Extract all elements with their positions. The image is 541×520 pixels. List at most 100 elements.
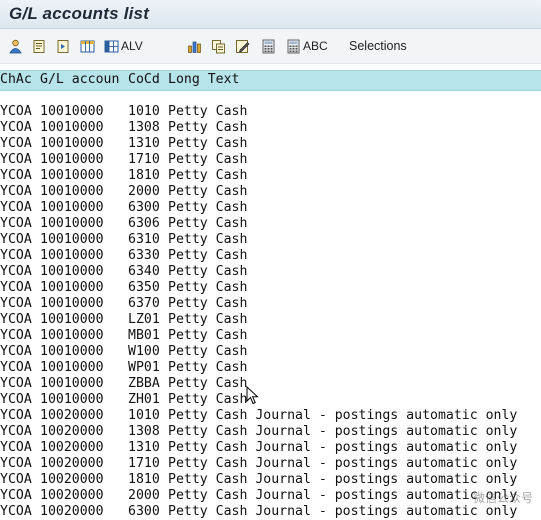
cell-gl-account: 10010000	[40, 392, 104, 407]
cell-company-code: 2000	[128, 184, 160, 199]
chart-icon	[187, 39, 202, 54]
cell-long-text: Petty Cash	[168, 120, 248, 135]
cell-chart-of-accounts: YCOA	[0, 472, 32, 487]
cell-gl-account: 10010000	[40, 360, 104, 375]
alv-button[interactable]: ALV	[104, 35, 143, 57]
list-row[interactable]: YCOA 10010000 6330 Petty Cash	[0, 248, 541, 264]
cell-long-text: Petty Cash	[168, 136, 248, 151]
list-row[interactable]: YCOA 10010000 2000 Petty Cash	[0, 184, 541, 200]
list-row[interactable]: YCOA 10010000 ZH01 Petty Cash	[0, 392, 541, 408]
cell-company-code: 1710	[128, 152, 160, 167]
cell-chart-of-accounts: YCOA	[0, 248, 32, 263]
list-row[interactable]: YCOA 10010000 1310 Petty Cash	[0, 136, 541, 152]
cell-long-text: Petty Cash	[168, 104, 248, 119]
copy-icon	[211, 39, 226, 54]
cell-chart-of-accounts: YCOA	[0, 440, 32, 455]
cell-gl-account: 10010000	[40, 232, 104, 247]
cell-long-text: Petty Cash	[168, 248, 248, 263]
cell-chart-of-accounts: YCOA	[0, 360, 32, 375]
list-row[interactable]: YCOA 10010000 6310 Petty Cash	[0, 232, 541, 248]
grid-columns-icon	[104, 39, 119, 54]
cell-gl-account: 10010000	[40, 280, 104, 295]
cell-company-code: 1310	[128, 136, 160, 151]
cell-gl-account: 10010000	[40, 136, 104, 151]
list-row[interactable]: YCOA 10020000 1710 Petty Cash Journal - pos…	[0, 456, 541, 472]
cell-chart-of-accounts: YCOA	[0, 504, 32, 519]
cell-chart-of-accounts: YCOA	[0, 152, 32, 167]
cell-chart-of-accounts: YCOA	[0, 376, 32, 391]
column-header-long-text[interactable]: Long Text	[168, 72, 239, 88]
cell-gl-account: 10020000	[40, 504, 104, 519]
cell-gl-account: 10020000	[40, 440, 104, 455]
grid-button[interactable]	[80, 35, 95, 57]
list-row[interactable]: YCOA 10010000 W100 Petty Cash	[0, 344, 541, 360]
document-next-icon	[56, 39, 71, 54]
list-row[interactable]: YCOA 10010000 LZ01 Petty Cash	[0, 312, 541, 328]
list-row[interactable]: YCOA 10020000 2000 Petty Cash Journal - pos…	[0, 488, 541, 504]
cell-long-text: Petty Cash	[168, 312, 248, 327]
calculator-icon	[261, 39, 276, 54]
list-row[interactable]: YCOA 10020000 1308 Petty Cash Journal - pos…	[0, 424, 541, 440]
cell-company-code: 6310	[128, 232, 160, 247]
cell-chart-of-accounts: YCOA	[0, 168, 32, 183]
cell-chart-of-accounts: YCOA	[0, 232, 32, 247]
cell-long-text: Petty Cash	[168, 376, 248, 391]
selections-label: Selections	[349, 39, 407, 53]
document-next-button[interactable]	[56, 35, 71, 57]
list-row[interactable]: YCOA 10010000 1810 Petty Cash	[0, 168, 541, 184]
cell-long-text: Petty Cash	[168, 264, 248, 279]
cell-chart-of-accounts: YCOA	[0, 216, 32, 231]
cell-gl-account: 10020000	[40, 456, 104, 471]
column-header-cocd[interactable]: CoCd	[128, 72, 160, 88]
cell-company-code: MB01	[128, 328, 160, 343]
list-row[interactable]: YCOA 10010000 6340 Petty Cash	[0, 264, 541, 280]
calculator-button[interactable]	[261, 35, 276, 57]
cell-gl-account: 10020000	[40, 424, 104, 439]
cell-long-text: Petty Cash Journal - postings automatic …	[168, 472, 518, 487]
cell-long-text: Petty Cash Journal - postings automatic …	[168, 456, 518, 471]
document-button[interactable]	[32, 35, 47, 57]
list-row[interactable]: YCOA 10020000 1310 Petty Cash Journal - pos…	[0, 440, 541, 456]
list-row[interactable]: YCOA 10010000 MB01 Petty Cash	[0, 328, 541, 344]
list-row[interactable]: YCOA 10010000 6300 Petty Cash	[0, 200, 541, 216]
column-header-chac[interactable]: ChAc	[0, 72, 32, 88]
list-row[interactable]: YCOA 10010000 6350 Petty Cash	[0, 280, 541, 296]
cell-long-text: Petty Cash	[168, 184, 248, 199]
list-row[interactable]: YCOA 10010000 1710 Petty Cash	[0, 152, 541, 168]
list-row[interactable]: YCOA 10010000 6370 Petty Cash	[0, 296, 541, 312]
mouse-pointer-icon	[246, 386, 259, 405]
cell-company-code: 1810	[128, 168, 160, 183]
cell-chart-of-accounts: YCOA	[0, 328, 32, 343]
edit-button[interactable]	[235, 35, 250, 57]
list-row[interactable]: YCOA 10010000 ZBBA Petty Cash	[0, 376, 541, 392]
cell-chart-of-accounts: YCOA	[0, 424, 32, 439]
list-row[interactable]: YCOA 10010000 1010 Petty Cash	[0, 104, 541, 120]
cell-chart-of-accounts: YCOA	[0, 120, 32, 135]
cell-company-code: 1810	[128, 472, 160, 487]
selections-button[interactable]: Selections	[349, 35, 407, 57]
cell-gl-account: 10010000	[40, 312, 104, 327]
cell-chart-of-accounts: YCOA	[0, 136, 32, 151]
list-row[interactable]: YCOA 10010000 1308 Petty Cash	[0, 120, 541, 136]
list-row[interactable]: YCOA 10020000 6300 Petty Cash Journal - pos…	[0, 504, 541, 520]
watermark-text: 微信公众号	[472, 491, 533, 505]
cell-chart-of-accounts: YCOA	[0, 344, 32, 359]
list-row[interactable]: YCOA 10020000 1810 Petty Cash Journal - pos…	[0, 472, 541, 488]
cell-gl-account: 10010000	[40, 200, 104, 215]
cell-company-code: 6300	[128, 200, 160, 215]
display-button[interactable]	[8, 35, 23, 57]
abc-button[interactable]: ABC	[286, 35, 328, 57]
cell-long-text: Petty Cash Journal - postings automatic …	[168, 424, 518, 439]
column-header-gl-account[interactable]: G/L accoun	[40, 72, 119, 88]
list-row[interactable]: YCOA 10010000 WP01 Petty Cash	[0, 360, 541, 376]
cell-gl-account: 10010000	[40, 104, 104, 119]
list-row[interactable]: YCOA 10020000 1010 Petty Cash Journal - pos…	[0, 408, 541, 424]
cell-company-code: ZH01	[128, 392, 160, 407]
cell-company-code: LZ01	[128, 312, 160, 327]
person-icon	[8, 39, 23, 54]
cell-company-code: W100	[128, 344, 160, 359]
cell-company-code: 6370	[128, 296, 160, 311]
chart-button[interactable]	[187, 35, 202, 57]
list-row[interactable]: YCOA 10010000 6306 Petty Cash	[0, 216, 541, 232]
copy-button[interactable]	[211, 35, 226, 57]
